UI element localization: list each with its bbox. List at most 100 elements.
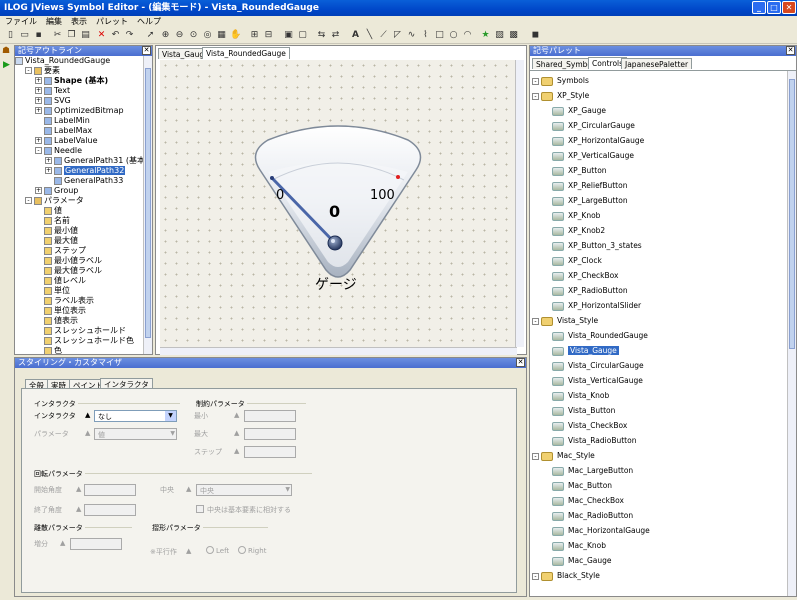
ellipse-tool-icon[interactable]: ○ [448,30,459,41]
palette-scrollbar[interactable] [787,71,796,596]
collapse-icon[interactable]: - [25,197,32,204]
tree-item[interactable]: + GeneralPath32 [15,166,145,176]
polyline-tool-icon[interactable]: ⟋ [378,30,389,41]
start-angle-input[interactable] [84,484,136,496]
align-icon[interactable]: ⊞ [249,30,260,41]
right-radio[interactable] [238,546,246,554]
tab-japanese-paletter[interactable]: JapanesePaletter [621,58,693,69]
drawing-canvas[interactable]: 0 100 0 ゲージ [160,60,517,347]
select-arrow-icon[interactable]: ➚ [145,30,156,41]
expand-icon[interactable]: + [35,187,42,194]
bitmap-tool-icon[interactable]: ▩ [508,30,519,41]
collapse-icon[interactable]: - [532,92,539,100]
copy-icon[interactable]: ❐ [66,30,77,41]
arc-tool-icon[interactable]: ◠ [462,30,473,41]
center-select[interactable]: 中央 ▼ [196,484,292,496]
palette-item[interactable]: XP_LargeButton [530,193,785,208]
collapse-icon[interactable]: - [532,317,539,325]
palette-item[interactable]: XP_HorizontalSlider [530,298,785,313]
tree-root[interactable]: Vista_RoundedGauge [15,56,145,66]
left-radio[interactable] [206,546,214,554]
palette-item[interactable]: XP_CircularGauge [530,118,785,133]
image-tool-icon[interactable]: ▨ [494,30,505,41]
palette-item[interactable]: XP_Clock [530,253,785,268]
param-select[interactable]: 値 ▼ [94,428,177,440]
collapse-icon[interactable]: - [532,77,539,85]
tree-item[interactable]: - 要素 [15,66,145,76]
text-tool-icon[interactable]: A [350,30,361,41]
tree-item[interactable]: スレッシュホールド色 [15,336,145,346]
palette-item[interactable]: XP_ReliefButton [530,178,785,193]
palette-item[interactable]: XP_Gauge [530,103,785,118]
collapse-icon[interactable]: - [35,147,42,154]
tree-item[interactable]: + LabelValue [15,136,145,146]
palette-item[interactable]: Mac_RadioButton [530,508,785,523]
run-icon[interactable]: ▶ [3,60,13,70]
redo-icon[interactable]: ↷ [124,30,135,41]
group-icon[interactable]: ⊟ [263,30,274,41]
tree-item[interactable]: 名前 [15,216,145,226]
tree-item[interactable]: GeneralPath33 [15,176,145,186]
delete-icon[interactable]: ✕ [96,30,107,41]
grid-icon[interactable]: ▦ [216,30,227,41]
outline-scroll-thumb[interactable] [145,68,151,338]
tree-item[interactable]: LabelMin [15,116,145,126]
increment-input[interactable] [70,538,122,550]
unlink-icon[interactable]: ⇄ [330,30,341,41]
palette-item[interactable]: Vista_CheckBox [530,418,785,433]
palette-folder[interactable]: - Symbols [530,73,785,88]
menu-item[interactable]: パレット [96,17,128,26]
undo-icon[interactable]: ↶ [110,30,121,41]
expand-icon[interactable]: + [35,77,42,84]
maximize-button[interactable]: □ [767,1,781,14]
zoom-in-icon[interactable]: ⊕ [160,30,171,41]
close-button[interactable]: ✕ [782,1,796,14]
tree-item[interactable]: ラベル表示 [15,296,145,306]
tree-item[interactable]: 値 [15,206,145,216]
palette-item[interactable]: XP_HorizontalGauge [530,133,785,148]
palette-folder[interactable]: - Vista_Style [530,313,785,328]
tree-item[interactable]: + OptimizedBitmap [15,106,145,116]
palette-item[interactable]: Vista_VerticalGauge [530,373,785,388]
interactor-select[interactable]: なし ▼ [94,410,177,422]
tab-vista-roundedgauge[interactable]: Vista_RoundedGauge [202,47,290,59]
pan-hand-icon[interactable]: ✋ [230,30,241,41]
new-icon[interactable]: ▯ [5,30,16,41]
palette-item[interactable]: Mac_HorizontalGauge [530,523,785,538]
collapse-icon[interactable]: - [532,452,539,460]
paste-icon[interactable]: ▤ [80,30,91,41]
palette-toggle-icon[interactable]: ◼ [530,30,541,41]
path-tool-icon[interactable]: ∿ [406,30,417,41]
collapse-icon[interactable]: - [532,572,539,580]
front-icon[interactable]: ▣ [283,30,294,41]
tree-item[interactable]: 色 [15,346,145,356]
max-input[interactable] [244,428,296,440]
tree-item[interactable]: 値レベル [15,276,145,286]
palette-folder[interactable]: - Mac_Style [530,448,785,463]
expand-icon[interactable]: + [35,137,42,144]
palette-item[interactable]: XP_RadioButton [530,283,785,298]
menu-item[interactable]: ヘルプ [137,17,161,26]
palette-scroll-thumb[interactable] [789,79,795,349]
palette-item[interactable]: Vista_Knob [530,388,785,403]
relative-checkbox[interactable] [196,505,204,513]
zoom-select-icon[interactable]: ◎ [202,30,213,41]
tree-item[interactable]: 最小値ラベル [15,256,145,266]
tree-item[interactable]: + GeneralPath31 (基本) [15,156,148,166]
palette-item[interactable]: XP_Button [530,163,785,178]
line-tool-icon[interactable]: ╲ [364,30,375,41]
palette-folder[interactable]: - XP_Style [530,88,785,103]
palette-item[interactable]: XP_VerticalGauge [530,148,785,163]
tree-item[interactable]: + Group [15,186,145,196]
menu-item[interactable]: ファイル [5,17,37,26]
expand-icon[interactable]: + [35,107,42,114]
tree-item[interactable]: 単位 [15,286,145,296]
rectangle-tool-icon[interactable]: □ [434,30,445,41]
tree-item[interactable]: - Needle [15,146,145,156]
palette-item[interactable]: Vista_RadioButton [530,433,785,448]
palette-item[interactable]: Mac_Gauge [530,553,785,568]
tree-item[interactable]: LabelMax [15,126,145,136]
tree-item[interactable]: スレッシュホールド [15,326,145,336]
step-input[interactable] [244,446,296,458]
palette-item[interactable]: Vista_RoundedGauge [530,328,785,343]
